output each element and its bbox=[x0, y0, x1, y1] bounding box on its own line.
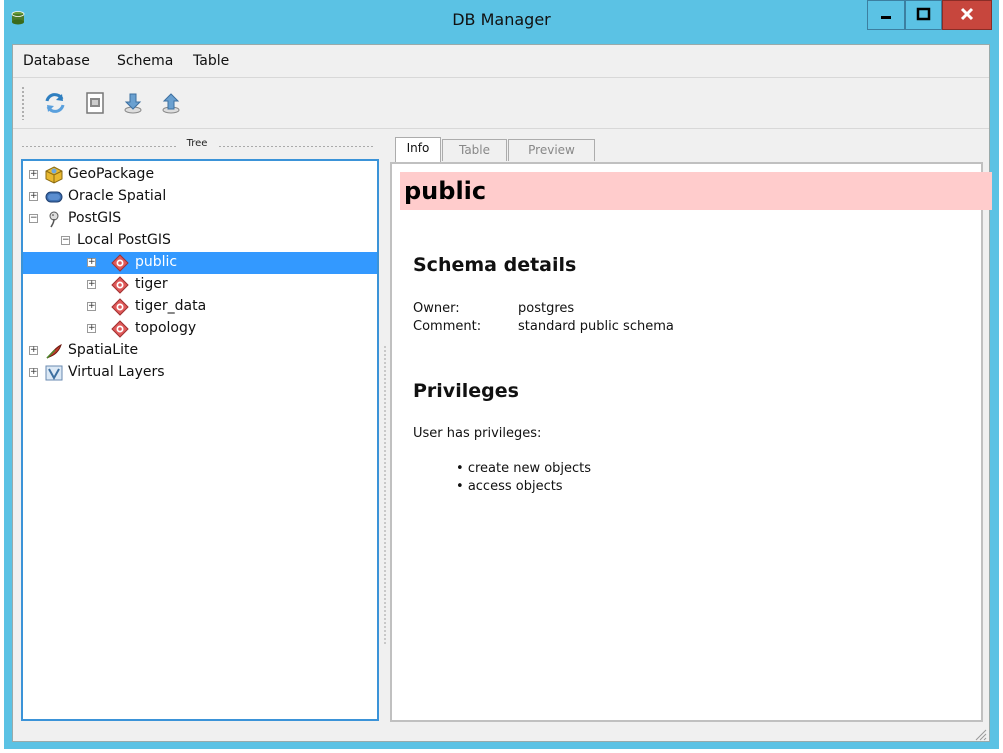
spatialite-feather-icon bbox=[46, 344, 62, 359]
resize-grip-icon[interactable] bbox=[973, 727, 987, 741]
schema-icon bbox=[111, 276, 129, 294]
toolbar-grip[interactable] bbox=[21, 86, 25, 120]
expand-icon[interactable]: + bbox=[29, 170, 38, 179]
owner-value: postgres bbox=[518, 301, 575, 316]
postgis-elephant-icon bbox=[49, 211, 59, 228]
tree-item-tiger-data[interactable]: + tiger_data bbox=[23, 296, 377, 318]
tree-item-local-postgis[interactable]: − Local PostGIS bbox=[23, 230, 377, 252]
tree-item-label: topology bbox=[135, 320, 197, 336]
dock-title-text: Tree bbox=[186, 138, 208, 149]
oracle-icon bbox=[45, 191, 63, 203]
dock-grip-right bbox=[218, 145, 373, 148]
status-bar bbox=[13, 727, 989, 741]
schema-icon bbox=[111, 254, 129, 272]
tree-item-postgis[interactable]: − PostGIS bbox=[23, 208, 377, 230]
minimize-icon bbox=[881, 16, 891, 19]
privilege-item-text: create new objects bbox=[467, 461, 592, 476]
tree-item-public[interactable]: + public bbox=[23, 252, 377, 274]
dock-grip-left bbox=[21, 145, 176, 148]
tree-item-label: public bbox=[135, 254, 178, 270]
collapse-icon[interactable]: − bbox=[61, 236, 70, 245]
info-panel: public Schema details Owner: postgres Co… bbox=[390, 162, 992, 722]
privilege-item: • access objects bbox=[456, 479, 563, 494]
window-title: DB Manager bbox=[452, 10, 551, 29]
tree-item-label: tiger_data bbox=[135, 298, 207, 314]
database-tree[interactable]: + GeoPackage + Oracle Spatial − PostGIS … bbox=[21, 159, 379, 721]
tree-item-label: Oracle Spatial bbox=[68, 188, 167, 204]
expand-icon[interactable]: + bbox=[87, 324, 96, 333]
refresh-icon[interactable] bbox=[43, 91, 67, 115]
client-area: Database Schema Table Tree + GeoPackage … bbox=[12, 44, 992, 742]
privileges-heading: Privileges bbox=[413, 380, 519, 402]
app-window: DB Manager Database Schema Table Tree + … bbox=[4, 0, 999, 749]
owner-label: Owner: bbox=[413, 301, 460, 316]
pane-splitter[interactable] bbox=[383, 345, 387, 645]
toolbar bbox=[13, 78, 989, 129]
virtual-layers-icon bbox=[45, 365, 63, 381]
tree-item-label: SpatiaLite bbox=[68, 342, 139, 358]
tree-item-label: Virtual Layers bbox=[68, 364, 165, 380]
tree-item-tiger[interactable]: + tiger bbox=[23, 274, 377, 296]
menu-bar: Database Schema Table bbox=[13, 45, 989, 78]
expand-icon[interactable]: + bbox=[87, 302, 96, 311]
schema-icon bbox=[111, 298, 129, 316]
maximize-button[interactable] bbox=[905, 0, 942, 30]
minimize-button[interactable] bbox=[867, 0, 905, 30]
tree-item-label: GeoPackage bbox=[68, 166, 155, 182]
tree-item-label: tiger bbox=[135, 276, 168, 292]
tab-table[interactable]: Table bbox=[442, 139, 507, 161]
import-layer-icon[interactable] bbox=[121, 91, 145, 115]
geopackage-icon bbox=[45, 166, 63, 184]
close-button[interactable] bbox=[942, 0, 992, 30]
schema-details-heading: Schema details bbox=[413, 254, 577, 276]
privileges-intro: User has privileges: bbox=[413, 426, 542, 441]
menu-database[interactable]: Database bbox=[23, 53, 90, 69]
sql-window-icon[interactable] bbox=[83, 91, 107, 115]
tree-item-virtual-layers[interactable]: + Virtual Layers bbox=[23, 362, 377, 384]
tree-item-spatialite[interactable]: + SpatiaLite bbox=[23, 340, 377, 362]
schema-icon bbox=[111, 320, 129, 338]
tree-item-geopackage[interactable]: + GeoPackage bbox=[23, 164, 377, 186]
comment-label: Comment: bbox=[413, 319, 482, 334]
maximize-icon bbox=[916, 7, 931, 21]
tab-preview[interactable]: Preview bbox=[508, 139, 595, 161]
tree-item-label: PostGIS bbox=[68, 210, 122, 226]
tree-item-label: Local PostGIS bbox=[77, 232, 171, 248]
close-icon bbox=[960, 7, 974, 21]
expand-icon[interactable]: + bbox=[87, 280, 96, 289]
privilege-item: • create new objects bbox=[456, 461, 592, 476]
expand-icon[interactable]: + bbox=[29, 192, 38, 201]
tree-item-topology[interactable]: + topology bbox=[23, 318, 377, 340]
privilege-item-text: access objects bbox=[467, 479, 563, 494]
collapse-icon[interactable]: − bbox=[29, 214, 38, 223]
tree-item-oracle-spatial[interactable]: + Oracle Spatial bbox=[23, 186, 377, 208]
expand-icon[interactable]: + bbox=[29, 368, 38, 377]
expand-icon[interactable]: + bbox=[29, 346, 38, 355]
export-icon[interactable] bbox=[159, 91, 183, 115]
expand-icon[interactable]: + bbox=[87, 258, 96, 267]
schema-name-header: public bbox=[400, 172, 992, 210]
menu-table[interactable]: Table bbox=[193, 53, 229, 69]
comment-value: standard public schema bbox=[518, 319, 674, 334]
title-bar[interactable]: DB Manager bbox=[4, 0, 999, 40]
tab-info[interactable]: Info bbox=[395, 137, 441, 162]
tree-dock-title[interactable]: Tree bbox=[21, 138, 373, 154]
menu-schema[interactable]: Schema bbox=[117, 53, 173, 69]
